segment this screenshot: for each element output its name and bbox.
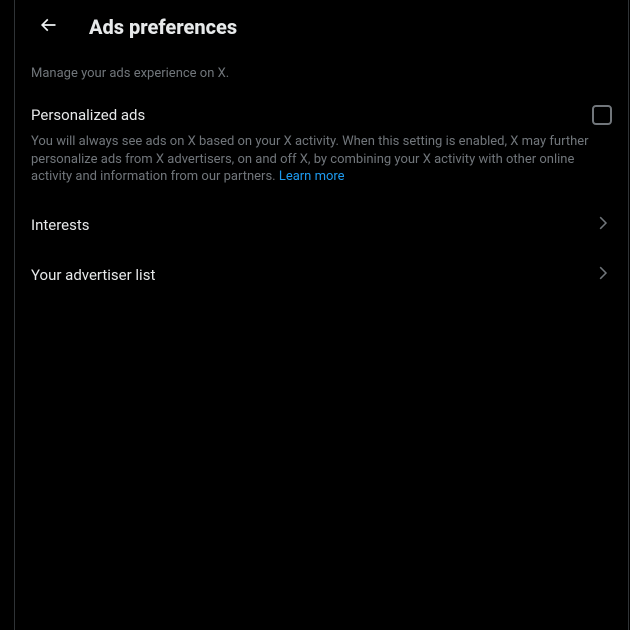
back-button[interactable]: [31, 10, 65, 44]
advertiser-list-row[interactable]: Your advertiser list: [15, 250, 628, 300]
chevron-right-icon: [594, 214, 612, 236]
advertiser-list-label: Your advertiser list: [31, 266, 155, 284]
chevron-right-icon: [594, 264, 612, 286]
arrow-left-icon: [38, 15, 58, 39]
personalized-ads-description: You will always see ads on X based on yo…: [15, 129, 628, 200]
page-subheading: Manage your ads experience on X.: [15, 54, 628, 93]
settings-panel: Ads preferences Manage your ads experien…: [14, 0, 629, 630]
personalized-ads-label: Personalized ads: [31, 106, 145, 124]
interests-row[interactable]: Interests: [15, 200, 628, 250]
interests-label: Interests: [31, 216, 90, 234]
learn-more-link[interactable]: Learn more: [279, 169, 345, 184]
page-title: Ads preferences: [89, 15, 237, 39]
header: Ads preferences: [15, 0, 628, 54]
setting-row-header: Personalized ads: [31, 105, 612, 125]
personalized-ads-checkbox[interactable]: [592, 105, 612, 125]
personalized-ads-setting: Personalized ads: [15, 93, 628, 129]
